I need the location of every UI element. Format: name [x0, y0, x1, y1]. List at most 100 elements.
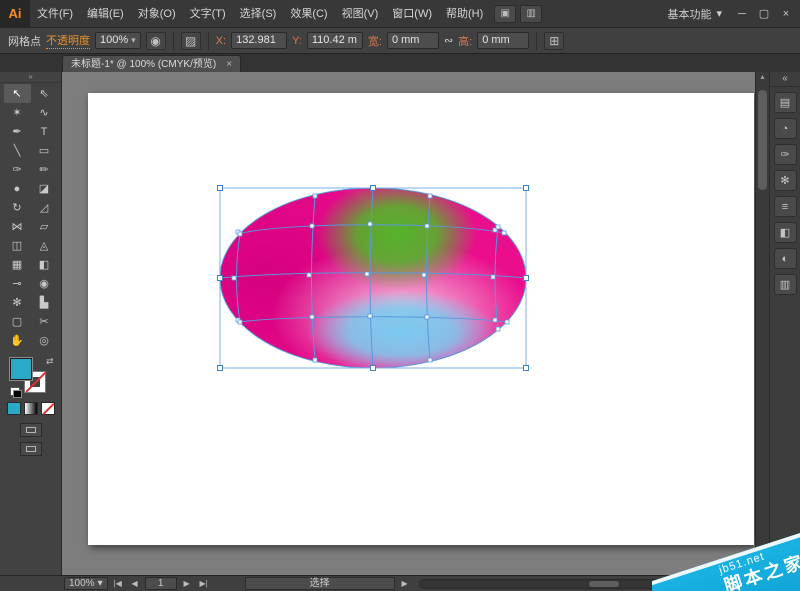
gradient-tool[interactable]: ◧: [31, 255, 58, 274]
height-label: 高:: [458, 35, 473, 48]
blend-tool[interactable]: ◉: [31, 274, 58, 293]
gradient-mesh-ellipse-object[interactable]: [62, 72, 755, 575]
layers-panel-icon[interactable]: ▥: [773, 274, 797, 295]
workspace-switcher[interactable]: 基本功能 ▾: [659, 6, 730, 22]
toolbar-collapse-icon[interactable]: »: [0, 72, 61, 83]
opacity-select[interactable]: 100% ▾: [95, 32, 141, 49]
y-input[interactable]: 110.42 m: [306, 32, 363, 49]
last-artboard-icon[interactable]: ▶|: [197, 579, 211, 588]
artboard-number-input[interactable]: 1: [144, 577, 177, 590]
tab-close-icon[interactable]: ×: [226, 57, 232, 72]
line-segment-tool[interactable]: ╲: [4, 141, 31, 160]
link-dimensions-icon[interactable]: ∾: [444, 34, 453, 47]
menu-window[interactable]: 窗口(W): [385, 0, 439, 28]
column-graph-tool[interactable]: ▙: [31, 293, 58, 312]
recolor-artwork-icon[interactable]: ◉: [145, 31, 166, 50]
selection-tool[interactable]: ↖: [3, 84, 31, 103]
menu-help[interactable]: 帮助(H): [439, 0, 490, 28]
scale-tool[interactable]: ◿: [31, 198, 58, 217]
align-panel-icon[interactable]: ⊞: [544, 31, 565, 50]
blob-brush-tool[interactable]: ●: [4, 179, 31, 198]
bridge-icon[interactable]: ▣: [494, 4, 517, 23]
color-panel-icon[interactable]: ▤: [773, 92, 797, 113]
symbol-sprayer-tool[interactable]: ✻: [4, 293, 31, 312]
chevron-down-icon: ▾: [131, 35, 136, 45]
divider: [536, 31, 538, 50]
menu-edit[interactable]: 编辑(E): [80, 0, 131, 28]
status-menu-icon[interactable]: ▶: [398, 579, 412, 588]
menu-bar: Ai 文件(F) 编辑(E) 对象(O) 文字(T) 选择(S) 效果(C) 视…: [0, 0, 800, 28]
divider: [207, 31, 209, 50]
next-artboard-icon[interactable]: ▶: [180, 579, 194, 588]
color-guide-panel-icon[interactable]: ◔: [773, 118, 797, 139]
gradient-button[interactable]: [23, 402, 38, 415]
menu-object[interactable]: 对象(O): [131, 0, 183, 28]
width-tool[interactable]: ⋈: [4, 217, 31, 236]
opacity-link[interactable]: 不透明度: [46, 32, 90, 49]
selection-type-label: 网格点: [8, 35, 41, 48]
stroke-panel-icon[interactable]: ≡: [773, 196, 797, 217]
brushes-panel-icon[interactable]: ✑: [773, 144, 797, 165]
rotate-tool[interactable]: ↻: [4, 198, 31, 217]
close-button[interactable]: ×: [776, 0, 796, 28]
pen-tool[interactable]: ✒: [4, 122, 31, 141]
opacity-value: 100%: [100, 34, 129, 46]
menu-type[interactable]: 文字(T): [183, 0, 233, 28]
first-artboard-icon[interactable]: |◀: [111, 579, 125, 588]
eraser-tool[interactable]: ◪: [31, 179, 58, 198]
menu-select[interactable]: 选择(S): [233, 0, 284, 28]
eyedropper-tool[interactable]: ⊸: [4, 274, 31, 293]
screen-mode-button[interactable]: [19, 442, 42, 456]
app-logo: Ai: [0, 0, 30, 28]
mode-buttons: [0, 423, 61, 456]
zoom-tool[interactable]: ◎: [31, 331, 58, 350]
zoom-level-select[interactable]: 100% ▾: [64, 577, 108, 590]
lasso-tool[interactable]: ∿: [31, 103, 58, 122]
pencil-tool[interactable]: ✏: [31, 160, 58, 179]
scroll-up-icon[interactable]: ▲: [756, 72, 769, 84]
width-label: 宽:: [367, 35, 382, 48]
y-label: Y:: [292, 34, 302, 47]
swap-fill-stroke-icon[interactable]: ⇄: [46, 356, 54, 367]
divider: [172, 31, 174, 50]
direct-selection-tool[interactable]: ⇖: [31, 84, 58, 103]
transparency-panel-icon[interactable]: ◐: [773, 248, 797, 269]
x-input[interactable]: 132.981: [231, 32, 288, 49]
hand-tool[interactable]: ✋: [4, 331, 31, 350]
expand-panels-icon[interactable]: «: [770, 72, 800, 87]
vertical-scroll-thumb[interactable]: [758, 90, 767, 190]
rectangle-tool[interactable]: ▭: [31, 141, 58, 160]
menu-view[interactable]: 视图(V): [335, 0, 386, 28]
minimize-button[interactable]: ─: [732, 0, 752, 28]
arrange-documents-icon[interactable]: ▥: [520, 4, 543, 23]
watermark: jb51.net 脚本之家: [652, 529, 800, 591]
perspective-grid-tool[interactable]: ◬: [31, 236, 58, 255]
mesh-tool[interactable]: ▦: [4, 255, 31, 274]
document-tab[interactable]: 未标题-1* @ 100% (CMYK/预览) ×: [62, 55, 242, 72]
shape-builder-tool[interactable]: ◫: [4, 236, 31, 255]
menu-effect[interactable]: 效果(C): [283, 0, 334, 28]
fill-color-swatch[interactable]: [8, 357, 33, 381]
type-tool[interactable]: T: [31, 122, 58, 141]
height-input[interactable]: 0 mm: [477, 32, 530, 49]
none-button[interactable]: [40, 402, 55, 415]
vertical-scrollbar[interactable]: ▲ ▼: [755, 72, 769, 575]
canvas-area[interactable]: [62, 72, 755, 575]
slice-tool[interactable]: ✂: [31, 312, 58, 331]
previous-artboard-icon[interactable]: ◀: [128, 579, 142, 588]
free-transform-tool[interactable]: ▱: [31, 217, 58, 236]
symbols-panel-icon[interactable]: ✻: [773, 170, 797, 191]
gradient-panel-icon[interactable]: ◧: [773, 222, 797, 243]
width-input[interactable]: 0 mm: [386, 32, 439, 49]
color-button[interactable]: [6, 402, 21, 415]
default-fill-stroke-icon[interactable]: [9, 387, 22, 398]
watermark-band: jb51.net 脚本之家: [652, 529, 800, 591]
artboard-tool[interactable]: ▢: [4, 312, 31, 331]
draw-mode-button[interactable]: [19, 423, 42, 437]
restore-button[interactable]: ▢: [754, 0, 774, 28]
magic-wand-tool[interactable]: ✶: [4, 103, 31, 122]
isolate-object-icon[interactable]: ▨: [180, 31, 201, 50]
horizontal-scroll-thumb[interactable]: [588, 580, 619, 587]
paintbrush-tool[interactable]: ✑: [4, 160, 31, 179]
menu-file[interactable]: 文件(F): [30, 0, 80, 28]
